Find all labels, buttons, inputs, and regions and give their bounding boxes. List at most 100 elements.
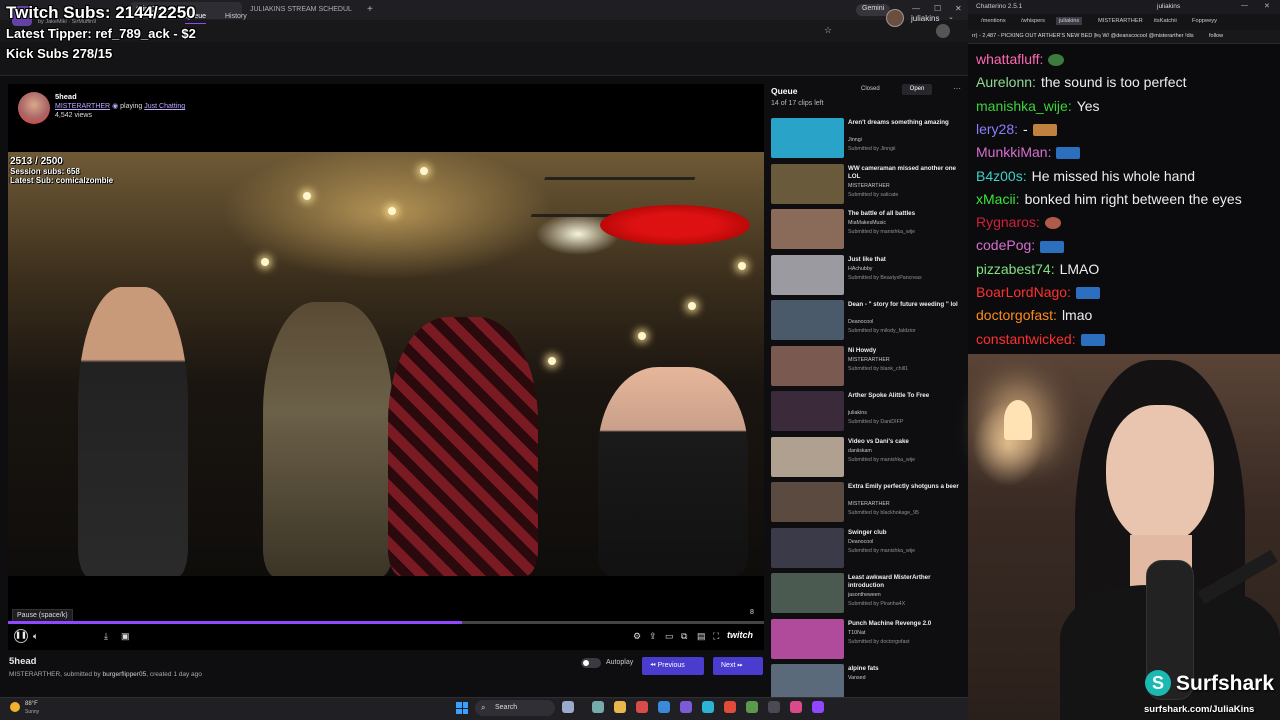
queue-thumbnail[interactable] bbox=[771, 209, 844, 249]
chat-username[interactable]: BoarLordNago: bbox=[976, 284, 1071, 300]
volume-icon[interactable]: 🔈︎ bbox=[33, 630, 38, 642]
queue-item[interactable]: Aren't dreams something amazing Jinngi Sub… bbox=[771, 118, 965, 162]
chat-username[interactable]: B4z00s: bbox=[976, 168, 1027, 184]
queue-item[interactable]: The battle of all battles MiaMakesMusic Su… bbox=[771, 209, 965, 253]
app-icon[interactable] bbox=[812, 701, 824, 713]
chat-message[interactable]: Rygnaros: bbox=[976, 214, 1061, 230]
chat-message[interactable]: codePog: bbox=[976, 237, 1065, 253]
edge-icon[interactable] bbox=[702, 701, 714, 713]
minimize-icon[interactable]: — bbox=[1241, 2, 1248, 9]
task-view-icon[interactable] bbox=[592, 701, 604, 713]
user-name[interactable]: juliakins bbox=[911, 14, 939, 23]
queue-thumbnail[interactable] bbox=[771, 573, 844, 613]
file-explorer-icon[interactable] bbox=[614, 701, 626, 713]
queue-thumbnail[interactable] bbox=[771, 618, 844, 659]
queue-thumbnail[interactable] bbox=[771, 254, 844, 295]
more-options-icon[interactable]: ⋯ bbox=[953, 84, 961, 93]
chat-message[interactable]: Aurelonn: the sound is too perfect bbox=[976, 74, 1186, 90]
chat-message[interactable]: pizzabest74: LMAO bbox=[976, 261, 1099, 277]
chat-username[interactable]: constantwicked: bbox=[976, 331, 1076, 347]
queue-thumbnail[interactable] bbox=[771, 482, 844, 522]
chat-tab-itskatchii[interactable]: itsKatchii bbox=[1154, 18, 1177, 24]
queue-thumbnail[interactable] bbox=[771, 300, 844, 340]
windows-start-icon[interactable] bbox=[456, 702, 468, 714]
new-tab-button[interactable]: + bbox=[364, 2, 378, 19]
chat-tab-misterarther[interactable]: MISTERARTHER bbox=[1098, 18, 1143, 24]
queue-thumbnail[interactable] bbox=[771, 345, 844, 386]
twitch-logo[interactable]: twitch bbox=[727, 630, 753, 640]
close-icon[interactable]: ✕ bbox=[1264, 2, 1270, 10]
queue-item[interactable]: Ni Howdy MISTERARTHER Submitted by blank_c… bbox=[771, 345, 965, 390]
queue-item[interactable]: Extra Emily perfectly shotguns a beer MIS… bbox=[771, 482, 965, 526]
chat-message[interactable]: constantwicked: bbox=[976, 331, 1105, 347]
channel-avatar[interactable] bbox=[18, 92, 50, 124]
queue-item[interactable]: WW cameraman missed another one LOL MISTE… bbox=[771, 163, 965, 208]
chat-tab-mentions[interactable]: /mentions bbox=[981, 18, 1006, 24]
queue-thumbnail[interactable] bbox=[771, 527, 844, 568]
theater-mode-icon[interactable]: ▭ bbox=[665, 630, 674, 642]
chat-message[interactable]: BoarLordNago: bbox=[976, 284, 1100, 300]
chat-message[interactable]: B4z00s: He missed his whole hand bbox=[976, 168, 1195, 184]
chat-tab-juliakins[interactable]: juliakins bbox=[1056, 17, 1083, 25]
channel-link[interactable]: MISTERARTHER bbox=[55, 103, 110, 110]
app-icon[interactable] bbox=[636, 701, 648, 713]
chat-username[interactable]: Rygnaros: bbox=[976, 214, 1040, 230]
queue-item[interactable]: Punch Machine Revenge 2.0 T10Nat Submitted… bbox=[771, 618, 965, 663]
user-avatar[interactable] bbox=[886, 9, 904, 27]
maximize-icon[interactable]: ☐ bbox=[934, 4, 941, 13]
game-link[interactable]: Just Chatting bbox=[144, 103, 185, 110]
captions-icon[interactable]: ▤ bbox=[697, 630, 706, 642]
chat-message[interactable]: doctorgofast: lmao bbox=[976, 307, 1092, 323]
app-icon[interactable] bbox=[658, 701, 670, 713]
taskbar-search[interactable]: Search bbox=[475, 700, 555, 716]
queue-item[interactable]: Video vs Dani's cake daniiskam Submitted b… bbox=[771, 436, 965, 481]
chat-username[interactable]: doctorgofast: bbox=[976, 307, 1057, 323]
chat-message[interactable]: lery28: - bbox=[976, 121, 1057, 137]
app-icon[interactable] bbox=[680, 701, 692, 713]
follow-button[interactable]: follow bbox=[1209, 33, 1223, 39]
bookmark-star-icon[interactable]: ☆ bbox=[824, 25, 832, 36]
weather-temp[interactable]: 88°F bbox=[25, 701, 38, 707]
chat-message[interactable]: xMacii: bonked him right between the eyes bbox=[976, 191, 1242, 207]
minimize-icon[interactable]: — bbox=[912, 4, 920, 13]
gemini-button[interactable]: Gemini bbox=[856, 4, 891, 16]
download-icon[interactable]: ⤓ bbox=[104, 630, 108, 642]
app-icon[interactable] bbox=[746, 701, 758, 713]
chat-tab-whispers[interactable]: /whispers bbox=[1021, 18, 1045, 24]
share-icon[interactable]: ⇪ bbox=[649, 630, 657, 642]
weather-condition[interactable]: Sunny bbox=[25, 709, 39, 715]
previous-button[interactable]: ⏪︎ Previous bbox=[642, 657, 704, 675]
app-icon[interactable] bbox=[790, 701, 802, 713]
settings-icon[interactable]: ⚙ bbox=[633, 630, 641, 642]
widgets-icon[interactable] bbox=[562, 701, 574, 713]
queue-thumbnail[interactable] bbox=[771, 118, 844, 158]
chat-username[interactable]: codePog: bbox=[976, 237, 1035, 253]
channel-name[interactable]: MISTERARTHER bbox=[9, 671, 60, 678]
chat-username[interactable]: lery28: bbox=[976, 121, 1018, 137]
queue-item[interactable]: Swinger club Deanocool Submitted by manish… bbox=[771, 527, 965, 572]
queue-item[interactable]: Arther Spoke Alittle To Free juliakins Sub… bbox=[771, 391, 965, 435]
queue-thumbnail[interactable] bbox=[771, 436, 844, 477]
chat-message[interactable]: whattafluff: bbox=[976, 51, 1065, 67]
submitter-name[interactable]: burgerflipper05 bbox=[102, 671, 146, 678]
chat-username[interactable]: whattafluff: bbox=[976, 51, 1043, 67]
chat-username[interactable]: xMacii: bbox=[976, 191, 1020, 207]
next-button[interactable]: Next ⏩︎ bbox=[713, 657, 763, 675]
queue-thumbnail[interactable] bbox=[771, 163, 844, 204]
chat-username[interactable]: Aurelonn: bbox=[976, 74, 1036, 90]
queue-open-button[interactable]: Open bbox=[902, 84, 932, 95]
chat-username[interactable]: manishka_wije: bbox=[976, 98, 1072, 114]
clip-icon[interactable]: ▣ bbox=[121, 630, 130, 642]
browser-tab-schedule[interactable]: JULIAKINS STREAM SCHEDUL bbox=[244, 2, 362, 19]
chat-message[interactable]: MunkkiMan: bbox=[976, 144, 1081, 160]
queue-closed-button[interactable]: Closed bbox=[861, 86, 880, 92]
chevron-down-icon[interactable]: ⌄ bbox=[948, 13, 954, 21]
queue-item[interactable]: Just like that HAchubby Submitted by Beast… bbox=[771, 254, 965, 299]
chat-username[interactable]: pizzabest74: bbox=[976, 261, 1055, 277]
nav-history[interactable]: History bbox=[225, 13, 247, 20]
fullscreen-icon[interactable]: ⛶ bbox=[713, 630, 719, 642]
chat-tab-foppeeyy[interactable]: Foppeeyy bbox=[1192, 18, 1217, 24]
queue-item[interactable]: Dean - " story for future weeding " lol D… bbox=[771, 300, 965, 344]
app-icon[interactable] bbox=[768, 701, 780, 713]
close-icon[interactable]: ✕ bbox=[955, 4, 962, 13]
